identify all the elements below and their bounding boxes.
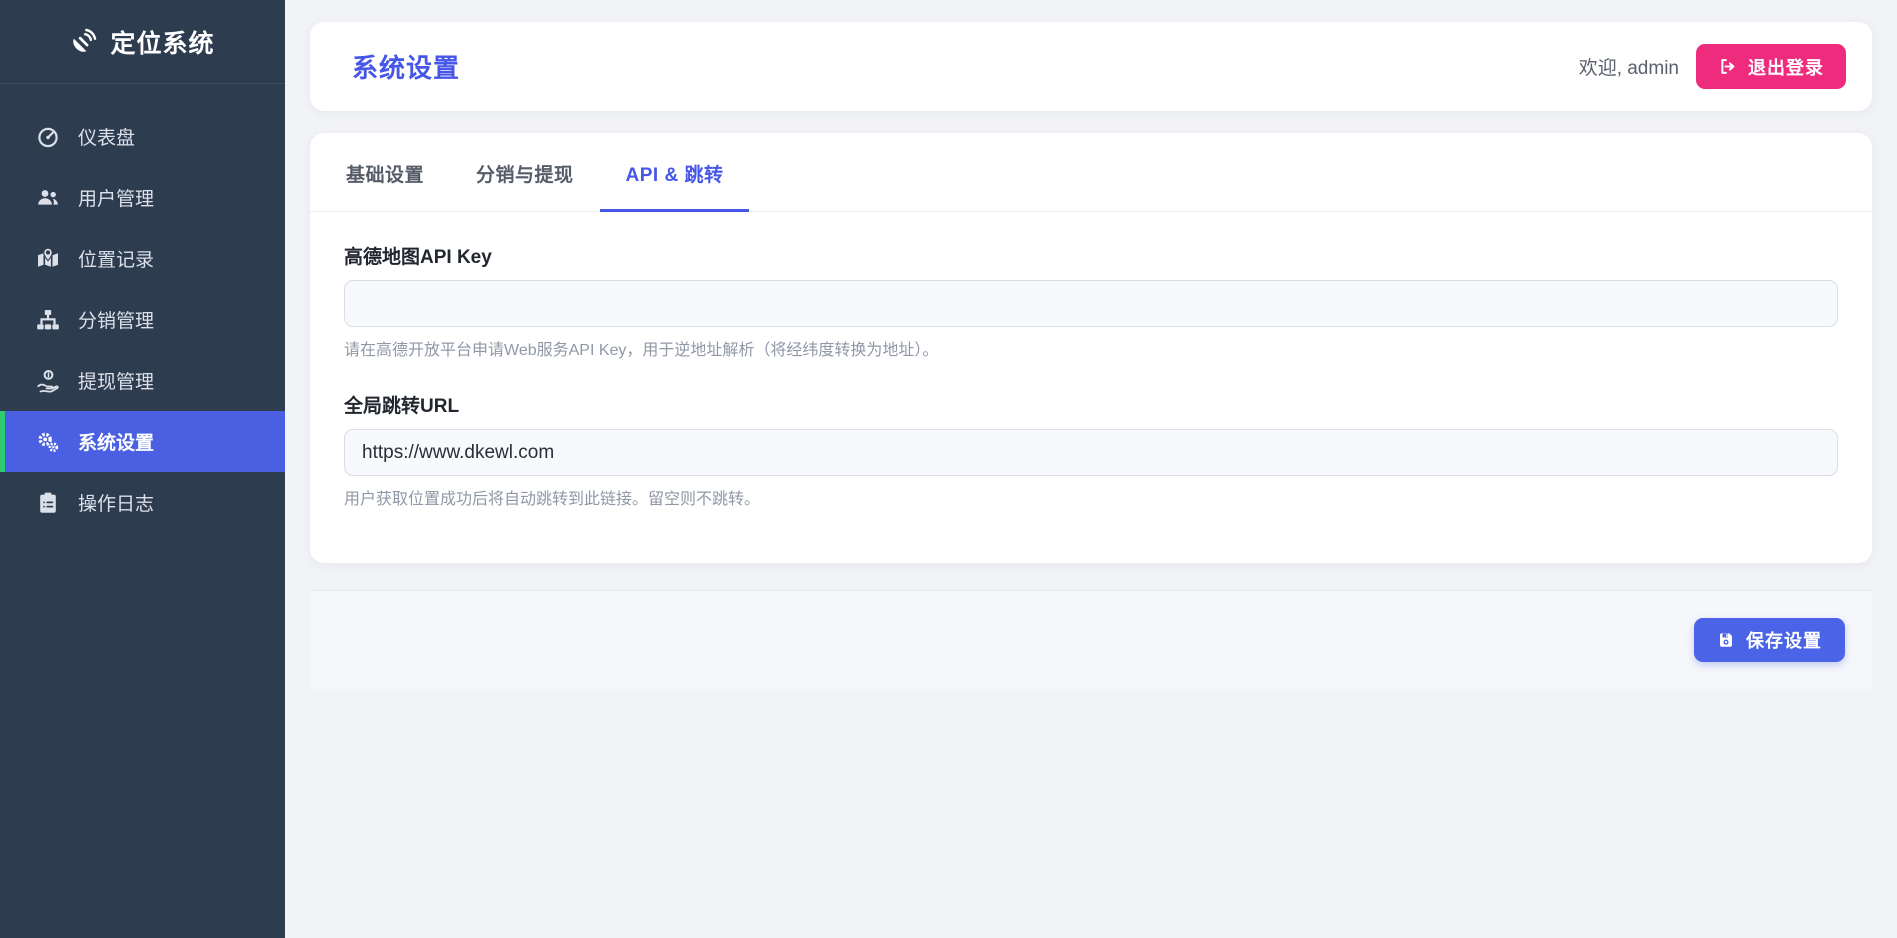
settings-form: 高德地图API Key 请在高德开放平台申请Web服务API Key，用于逆地址… [310,212,1872,563]
save-label: 保存设置 [1746,631,1822,651]
hand-holding-dollar-icon [34,369,61,393]
page-header: 系统设置 欢迎, admin 退出登录 [310,22,1872,111]
gauge-icon [34,125,61,149]
map-marked-icon [34,247,61,271]
form-footer: 保存设置 [310,590,1872,689]
sidebar-item-label: 用户管理 [78,189,155,210]
page-title: 系统设置 [352,53,461,83]
sidebar-item-distribution[interactable]: 分销管理 [0,289,285,350]
sidebar-item-label: 提现管理 [78,372,155,393]
sidebar-item-label: 分销管理 [78,311,155,332]
sidebar-item-label: 操作日志 [78,494,155,515]
sidebar-item-locations[interactable]: 位置记录 [0,228,285,289]
header-actions: 欢迎, admin 退出登录 [1579,44,1846,89]
app-root: 定位系统 仪表盘 用户管理 位置记录 分销管理 提现管理 系统设置 操作日志 系… [0,0,1897,938]
sidebar-item-label: 位置记录 [78,250,155,271]
sidebar-item-withdrawals[interactable]: 提现管理 [0,350,285,411]
tab-basic-settings[interactable]: 基础设置 [320,133,450,212]
redirect-url-hint: 用户获取位置成功后将自动跳转到此链接。留空则不跳转。 [344,491,761,508]
redirect-url-group: 全局跳转URL 用户获取位置成功后将自动跳转到此链接。留空则不跳转。 [344,391,1838,509]
sidebar-item-dashboard[interactable]: 仪表盘 [0,106,285,167]
satellite-dish-icon [70,28,97,55]
sitemap-icon [34,308,61,332]
save-icon [1717,631,1735,649]
app-title: 定位系统 [110,29,215,58]
logout-button[interactable]: 退出登录 [1696,44,1846,89]
sidebar-item-users[interactable]: 用户管理 [0,167,285,228]
sidebar-item-label: 仪表盘 [78,128,136,149]
redirect-url-input[interactable] [344,429,1838,476]
amap-api-key-label: 高德地图API Key [344,247,492,268]
users-icon [34,186,61,210]
sidebar-item-logs[interactable]: 操作日志 [0,472,285,533]
amap-api-key-hint: 请在高德开放平台申请Web服务API Key，用于逆地址解析（将经纬度转换为地址… [344,342,939,359]
sidebar-menu: 仪表盘 用户管理 位置记录 分销管理 提现管理 系统设置 操作日志 [0,84,285,533]
logout-label: 退出登录 [1748,57,1824,78]
main-content: 系统设置 欢迎, admin 退出登录 基础设置 分销与提现 API & 跳转 … [285,0,1897,938]
tab-api-redirect[interactable]: API & 跳转 [599,133,750,212]
cogs-icon [34,430,61,454]
amap-api-key-group: 高德地图API Key 请在高德开放平台申请Web服务API Key，用于逆地址… [344,242,1838,360]
save-settings-button[interactable]: 保存设置 [1694,618,1845,662]
clipboard-list-icon [34,491,61,515]
settings-card: 基础设置 分销与提现 API & 跳转 高德地图API Key 请在高德开放平台… [310,133,1872,563]
tab-distribution-withdraw[interactable]: 分销与提现 [450,133,600,212]
redirect-url-label: 全局跳转URL [344,396,460,417]
sign-out-icon [1718,57,1737,76]
sidebar-item-label: 系统设置 [78,433,155,454]
tab-bar: 基础设置 分销与提现 API & 跳转 [310,133,1872,212]
welcome-text: 欢迎, admin [1578,58,1679,79]
sidebar-item-settings[interactable]: 系统设置 [0,411,285,472]
amap-api-key-input[interactable] [344,280,1838,327]
app-logo: 定位系统 [0,0,285,84]
sidebar: 定位系统 仪表盘 用户管理 位置记录 分销管理 提现管理 系统设置 操作日志 [0,0,285,938]
